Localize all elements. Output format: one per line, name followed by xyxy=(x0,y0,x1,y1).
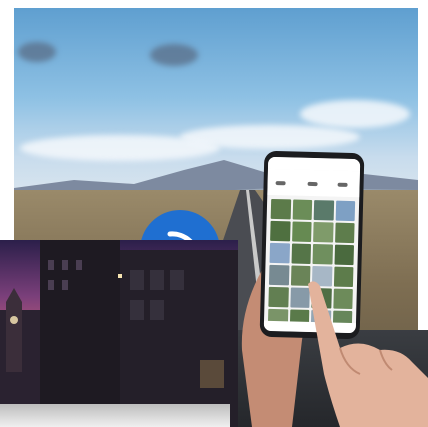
photo-thumbnail[interactable] xyxy=(268,286,289,308)
photo-thumbnail[interactable] xyxy=(292,199,313,220)
photo-thumbnail[interactable] xyxy=(334,222,355,244)
photo-thumbnail[interactable] xyxy=(291,243,312,264)
phone-app-header xyxy=(267,168,360,198)
photo-thumbnail[interactable] xyxy=(312,244,333,265)
photo-thumbnail[interactable] xyxy=(313,200,334,221)
cloud xyxy=(150,44,198,66)
photo-thumbnail[interactable] xyxy=(270,220,291,242)
city-photo-frame xyxy=(0,404,230,427)
photo-collage xyxy=(0,0,428,427)
photo-thumbnail[interactable] xyxy=(335,200,356,222)
city-street-photo xyxy=(0,240,238,427)
cloud xyxy=(300,100,410,128)
photo-thumbnail[interactable] xyxy=(333,244,355,266)
photo-thumbnail[interactable] xyxy=(291,221,312,242)
photo-thumbnail[interactable] xyxy=(313,222,334,243)
cloud xyxy=(18,42,56,62)
city-skyline xyxy=(0,240,238,427)
pointing-hand xyxy=(308,281,428,427)
photo-thumbnail[interactable] xyxy=(270,198,291,220)
photo-thumbnail[interactable] xyxy=(269,242,290,264)
photo-thumbnail[interactable] xyxy=(268,264,289,286)
